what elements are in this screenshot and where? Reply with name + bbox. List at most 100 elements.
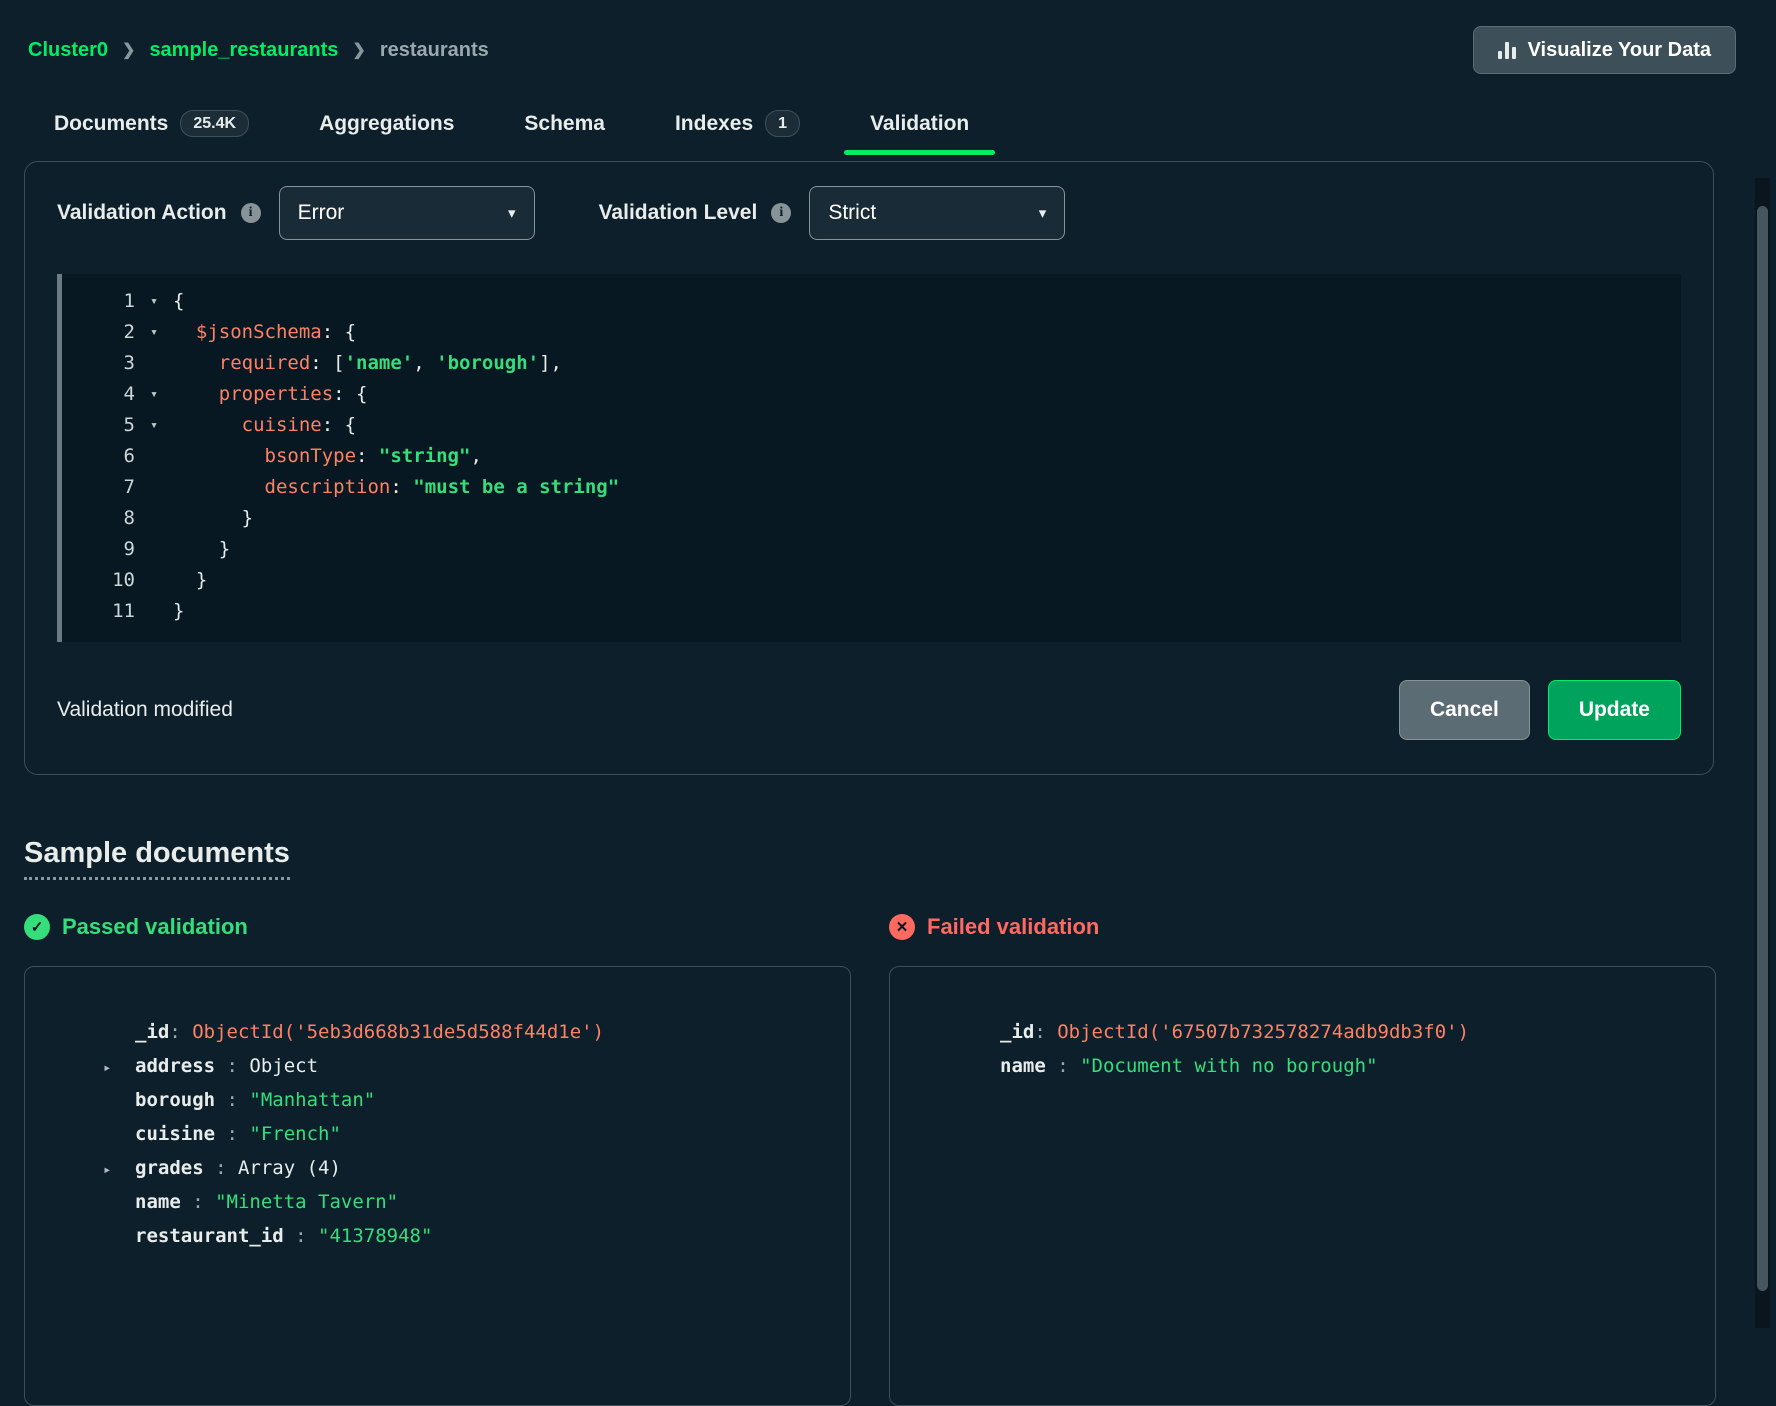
fold-caret-icon[interactable]: ▾ <box>135 286 173 317</box>
tab-badge: 25.4K <box>180 110 249 137</box>
field-value: "Document with no borough" <box>1080 1049 1377 1083</box>
fold-caret-spacer <box>135 596 173 627</box>
field-value: "French" <box>249 1117 341 1151</box>
tab-validation[interactable]: Validation <box>844 96 995 155</box>
code-editor[interactable]: 1▾{2▾ $jsonSchema: {3 required: ['name',… <box>57 274 1681 642</box>
fold-caret-spacer <box>135 503 173 534</box>
passed-validation-label: Passed validation <box>62 914 248 940</box>
tab-aggregations[interactable]: Aggregations <box>293 96 480 155</box>
document-field: ▸grades : Array (4) <box>103 1151 830 1185</box>
line-number: 3 <box>57 348 135 379</box>
document-field: ▸address : Object <box>103 1049 830 1083</box>
validation-action-select[interactable]: Error ▾ <box>279 186 535 240</box>
field-name: name <box>135 1185 181 1219</box>
tab-schema[interactable]: Schema <box>498 96 631 155</box>
code-line: 5▾ cuisine: { <box>57 410 1681 441</box>
line-number: 6 <box>57 441 135 472</box>
code-line: 6 bsonType: "string", <box>57 441 1681 472</box>
document-field: _id: ObjectId('5eb3d668b31de5d588f44d1e'… <box>103 1015 830 1049</box>
chevron-right-icon: ❯ <box>352 40 365 60</box>
tab-badge: 1 <box>765 110 800 137</box>
tab-indexes[interactable]: Indexes 1 <box>649 96 826 155</box>
field-separator: : <box>204 1151 238 1185</box>
code-text: } <box>173 596 184 627</box>
fold-caret-spacer <box>135 348 173 379</box>
footer-buttons: Cancel Update <box>1399 680 1681 740</box>
line-number: 4 <box>57 379 135 410</box>
passed-validation-header: ✓ Passed validation <box>24 914 851 940</box>
line-number: 8 <box>57 503 135 534</box>
visualize-button-label: Visualize Your Data <box>1528 39 1711 62</box>
code-line: 10 } <box>57 565 1681 596</box>
code-line: 1▾{ <box>57 286 1681 317</box>
field-name: address <box>135 1049 215 1083</box>
breadcrumb-database[interactable]: sample_restaurants <box>149 39 338 62</box>
tab-label: Schema <box>524 112 605 136</box>
field-name: _id <box>135 1015 169 1049</box>
collection-view: Cluster0 ❯ sample_restaurants ❯ restaura… <box>0 0 1776 1406</box>
failed-validation-column: ✕ Failed validation _id: ObjectId('67507… <box>889 914 1716 1406</box>
code-text: $jsonSchema: { <box>173 317 356 348</box>
code-text: { <box>173 286 184 317</box>
document-field: cuisine : "French" <box>103 1117 830 1151</box>
expand-caret-icon[interactable]: ▸ <box>103 1051 135 1085</box>
chevron-down-icon: ▾ <box>1039 204 1047 222</box>
breadcrumb-cluster[interactable]: Cluster0 <box>28 39 108 62</box>
code-line: 9 } <box>57 534 1681 565</box>
sample-documents-title: Sample documents <box>24 837 290 880</box>
code-text: required: ['name', 'borough'], <box>173 348 562 379</box>
validation-action-value: Error <box>298 201 345 225</box>
fold-caret-icon[interactable]: ▾ <box>135 317 173 348</box>
code-line: 8 } <box>57 503 1681 534</box>
validation-level-select[interactable]: Strict ▾ <box>809 186 1065 240</box>
field-value: ObjectId('5eb3d668b31de5d588f44d1e') <box>192 1015 604 1049</box>
topbar: Cluster0 ❯ sample_restaurants ❯ restaura… <box>0 0 1776 74</box>
expand-caret-icon[interactable]: ▸ <box>103 1153 135 1187</box>
chevron-down-icon: ▾ <box>508 204 516 222</box>
tab-bar: Documents25.4K Aggregations Schema Indexes 1… <box>0 96 1776 155</box>
passed-validation-column: ✓ Passed validation _id: ObjectId('5eb3d… <box>24 914 851 1406</box>
field-separator: : <box>215 1049 249 1083</box>
code-text: } <box>173 534 230 565</box>
line-number: 5 <box>57 410 135 441</box>
chevron-right-icon: ❯ <box>122 40 135 60</box>
scrollbar-thumb[interactable] <box>1757 206 1768 1291</box>
bar-chart-icon <box>1498 42 1516 59</box>
info-icon[interactable]: i <box>771 203 791 223</box>
field-name: _id <box>1000 1015 1034 1049</box>
fold-caret-spacer <box>135 534 173 565</box>
field-value: "Manhattan" <box>249 1083 375 1117</box>
fold-caret-icon[interactable]: ▾ <box>135 379 173 410</box>
info-icon[interactable]: i <box>241 203 261 223</box>
field-value: Object <box>249 1049 318 1083</box>
vertical-scrollbar[interactable] <box>1755 178 1770 1328</box>
breadcrumb: Cluster0 ❯ sample_restaurants ❯ restaura… <box>28 39 489 62</box>
tab-label: Aggregations <box>319 112 454 136</box>
line-number: 1 <box>57 286 135 317</box>
code-text: description: "must be a string" <box>173 472 619 503</box>
tab-documents[interactable]: Documents25.4K <box>28 96 275 155</box>
sample-documents-grid: ✓ Passed validation _id: ObjectId('5eb3d… <box>24 914 1716 1406</box>
line-number: 7 <box>57 472 135 503</box>
field-separator: : <box>215 1083 249 1117</box>
line-number: 10 <box>57 565 135 596</box>
visualize-data-button[interactable]: Visualize Your Data <box>1473 26 1736 74</box>
code-text: } <box>173 565 207 596</box>
tab-label: Indexes <box>675 112 753 136</box>
line-number: 11 <box>57 596 135 627</box>
cancel-button[interactable]: Cancel <box>1399 680 1530 740</box>
field-separator: : <box>284 1219 318 1253</box>
document-field: name : "Document with no borough" <box>968 1049 1695 1083</box>
fold-caret-spacer <box>135 441 173 472</box>
fold-caret-spacer <box>135 565 173 596</box>
field-name: grades <box>135 1151 204 1185</box>
validation-action-label: Validation Action <box>57 201 227 225</box>
failed-validation-label: Failed validation <box>927 914 1099 940</box>
update-button[interactable]: Update <box>1548 680 1681 740</box>
code-text: bsonType: "string", <box>173 441 482 472</box>
tab-label: Validation <box>870 112 969 136</box>
failed-document-card: _id: ObjectId('67507b732578274adb9db3f0'… <box>889 966 1716 1406</box>
fold-caret-icon[interactable]: ▾ <box>135 410 173 441</box>
code-line: 3 required: ['name', 'borough'], <box>57 348 1681 379</box>
code-text: properties: { <box>173 379 367 410</box>
